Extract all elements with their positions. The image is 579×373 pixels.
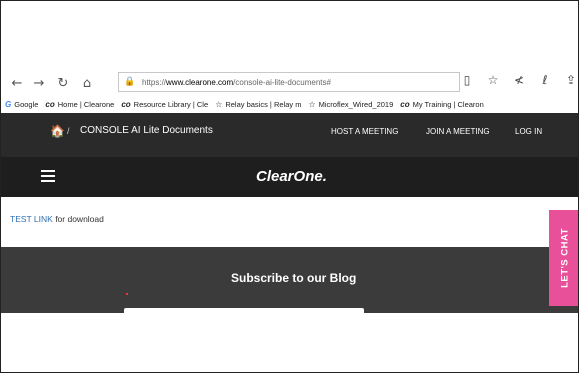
bookmark-label: Resource Library | Cle — [133, 99, 209, 109]
bookmark-label: My Training | Clearon — [412, 99, 484, 109]
join-meeting-link[interactable]: JOIN A MEETING — [426, 127, 490, 136]
bookmark-relay-basics[interactable]: ☆ Relay basics | Relay m — [215, 100, 301, 109]
home-icon[interactable]: 🏠 — [50, 124, 65, 138]
subscribe-title: Subscribe to our Blog — [231, 271, 357, 285]
reading-view-icon[interactable]: ▯ — [458, 73, 476, 87]
address-bar[interactable]: 🔒 https://www.clearone.com/console-ai-li… — [118, 72, 460, 92]
clearone-icon: co — [400, 99, 410, 109]
clearone-icon: co — [45, 99, 55, 109]
address-url: https://www.clearone.com/console-ai-lite… — [142, 77, 331, 87]
star-icon: ☆ — [215, 99, 223, 109]
subscribe-section: Subscribe to our Blog — [1, 247, 578, 313]
refresh-icon[interactable]: ↻ — [53, 73, 73, 93]
download-text: for download — [52, 214, 104, 224]
back-icon[interactable]: ← — [7, 73, 27, 93]
home-icon[interactable]: ⌂ — [77, 73, 97, 93]
test-link[interactable]: TEST LINK — [10, 214, 53, 224]
browser-nav-row: ← → ↻ ⌂ 🔒 https://www.clearone.com/conso… — [1, 71, 578, 95]
host-meeting-link[interactable]: HOST A MEETING — [331, 127, 398, 136]
bookmark-label: Home | Clearone — [57, 99, 115, 109]
star-icon: ☆ — [308, 99, 316, 109]
google-icon: G — [5, 99, 12, 109]
required-marker — [126, 293, 128, 295]
favorites-list-icon[interactable]: ≮ — [510, 73, 528, 87]
clearone-icon: co — [121, 99, 131, 109]
lock-icon: 🔒 — [124, 77, 136, 87]
bookmarks-bar: G Google co Home | Clearone co Resource … — [1, 95, 578, 113]
breadcrumb-separator: / — [67, 126, 70, 136]
menu-icon[interactable] — [41, 170, 55, 182]
favorite-star-icon[interactable]: ☆ — [484, 73, 502, 87]
bookmark-microflex[interactable]: ☆ Microflex_Wired_2019 — [308, 100, 393, 109]
breadcrumb-current: CONSOLE AI Lite Documents — [80, 125, 213, 136]
screenshot-frame: ← → ↻ ⌂ 🔒 https://www.clearone.com/conso… — [0, 0, 579, 373]
site-main-header: ClearOne. — [1, 157, 578, 197]
forward-icon[interactable]: → — [29, 73, 49, 93]
bookmark-google[interactable]: G Google — [5, 100, 38, 109]
subscribe-email-input[interactable] — [124, 308, 364, 313]
site-topbar: 🏠 / CONSOLE AI Lite Documents HOST A MEE… — [1, 113, 578, 157]
login-link[interactable]: LOG IN — [515, 127, 542, 136]
lets-chat-button[interactable]: LET'S CHAT — [549, 210, 578, 306]
bookmark-home-clearone[interactable]: co Home | Clearone — [45, 100, 114, 109]
browser-right-icons: ▯ ☆ ≮ ℓ ⇪ — [458, 73, 578, 87]
bookmark-resource-library[interactable]: co Resource Library | Cle — [121, 100, 208, 109]
clearone-logo[interactable]: ClearOne. — [256, 168, 327, 185]
bookmark-my-training[interactable]: co My Training | Clearon — [400, 100, 484, 109]
bookmark-label: Relay basics | Relay m — [225, 99, 302, 109]
bookmark-label: Google — [14, 99, 39, 109]
pen-icon[interactable]: ℓ — [536, 73, 554, 87]
lets-chat-label: LET'S CHAT — [559, 228, 570, 288]
share-icon[interactable]: ⇪ — [562, 73, 578, 87]
bookmark-label: Microflex_Wired_2019 — [318, 99, 394, 109]
page-content: TEST LINK for download — [10, 214, 104, 224]
